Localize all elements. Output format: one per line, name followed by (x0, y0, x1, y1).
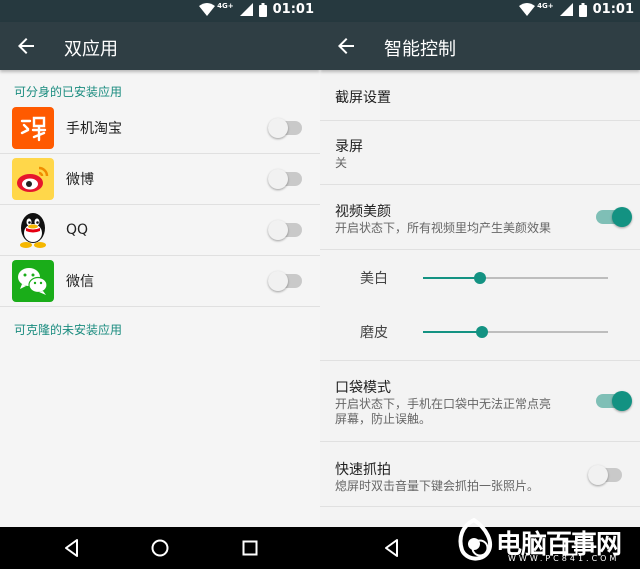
taobao-icon (12, 107, 54, 149)
quick-snap-toggle[interactable] (588, 465, 622, 485)
quick-snap-item[interactable]: 快速抓拍 熄屏时双击音量下键会抓拍一张照片。 (320, 442, 640, 507)
setting-summary: 熄屏时双击音量下键会抓拍一张照片。 (335, 479, 540, 493)
setting-title: 截屏设置 (335, 90, 391, 106)
app-label: 手机淘宝 (66, 121, 122, 137)
app-row-taobao[interactable]: 手机淘宝 (0, 103, 320, 154)
wifi-icon (519, 3, 536, 16)
slider-thumb[interactable] (474, 272, 487, 284)
nav-back-icon[interactable] (382, 538, 402, 558)
installed-apps-header: 可分身的已安装应用 (14, 85, 123, 99)
page-title: 智能控制 (384, 39, 456, 60)
app-bar: 双应用 (0, 22, 320, 70)
app-row-wechat[interactable]: 微信 (0, 256, 320, 307)
screen-record-item[interactable]: 录屏 关 (320, 121, 640, 185)
status-bar: 4G+ 01:01 (0, 0, 320, 22)
setting-summary-line1: 开启状态下，手机在口袋中无法正常点亮 (335, 397, 552, 411)
app-row-weibo[interactable]: 微博 (0, 154, 320, 205)
status-bar: 4G+ 01:01 (320, 0, 640, 22)
video-beauty-item[interactable]: 视频美颜 开启状态下，所有视频里均产生美颜效果 (320, 185, 640, 250)
wifi-icon (199, 3, 216, 16)
nav-recents-icon[interactable] (240, 538, 260, 558)
nav-back-icon[interactable] (62, 538, 82, 558)
app-label: 微博 (66, 172, 94, 188)
slider-thumb[interactable] (476, 326, 489, 338)
slider-label: 磨皮 (360, 325, 388, 341)
signal-icon (559, 3, 573, 16)
beauty-adjustments: 美白 磨皮 (320, 250, 640, 361)
watermark: 电脑百事网 WWW.PC841.COM (452, 514, 638, 566)
taobao-toggle[interactable] (268, 118, 302, 138)
whitening-slider[interactable] (423, 272, 608, 284)
nav-home-icon[interactable] (150, 538, 170, 558)
status-time: 01:01 (592, 2, 634, 17)
dual-apps-screen: 4G+ 01:01 双应用 可分身的已安装应用 手机淘宝 微博 QQ 微信 可克… (0, 0, 320, 527)
setting-summary: 开启状态下，所有视频里均产生美颜效果 (335, 221, 552, 235)
pocket-mode-toggle[interactable] (596, 391, 632, 411)
whitening-slider-row: 美白 (320, 250, 640, 304)
wechat-icon (12, 260, 54, 302)
back-arrow-icon[interactable] (14, 34, 38, 58)
setting-title: 快速抓拍 (335, 462, 391, 478)
video-beauty-toggle[interactable] (596, 207, 632, 227)
app-label: 微信 (66, 274, 94, 290)
qq-icon (12, 209, 54, 251)
status-time: 01:01 (272, 2, 314, 17)
network-type: 4G+ (217, 1, 234, 10)
setting-title: 视频美颜 (335, 204, 391, 220)
uninstalled-apps-header: 可克隆的未安装应用 (14, 323, 123, 337)
screenshot-settings-item[interactable]: 截屏设置 (320, 70, 640, 121)
battery-icon (578, 2, 587, 17)
smart-control-screen: 4G+ 01:01 智能控制 截屏设置 录屏 关 视频美颜 开启状态下，所有视频… (320, 0, 640, 527)
signal-icon (239, 3, 253, 16)
page-title: 双应用 (64, 39, 118, 60)
weibo-icon (12, 158, 54, 200)
network-type: 4G+ (537, 1, 554, 10)
app-row-qq[interactable]: QQ (0, 205, 320, 256)
watermark-logo-icon (458, 518, 493, 561)
battery-icon (258, 2, 267, 17)
watermark-url: WWW.PC841.COM (508, 554, 620, 563)
setting-summary: 关 (335, 156, 348, 170)
app-bar: 智能控制 (320, 22, 640, 70)
smoothing-slider[interactable] (423, 326, 608, 338)
setting-title: 录屏 (335, 139, 363, 155)
smoothing-slider-row: 磨皮 (320, 304, 640, 358)
pocket-mode-item[interactable]: 口袋模式 开启状态下，手机在口袋中无法正常点亮 屏幕，防止误触。 (320, 361, 640, 442)
back-arrow-icon[interactable] (334, 34, 358, 58)
slider-label: 美白 (360, 271, 388, 287)
weibo-toggle[interactable] (268, 169, 302, 189)
setting-summary-line2: 屏幕，防止误触。 (335, 412, 432, 426)
setting-title: 口袋模式 (335, 380, 391, 396)
wechat-toggle[interactable] (268, 271, 302, 291)
qq-toggle[interactable] (268, 220, 302, 240)
app-label: QQ (66, 222, 89, 238)
